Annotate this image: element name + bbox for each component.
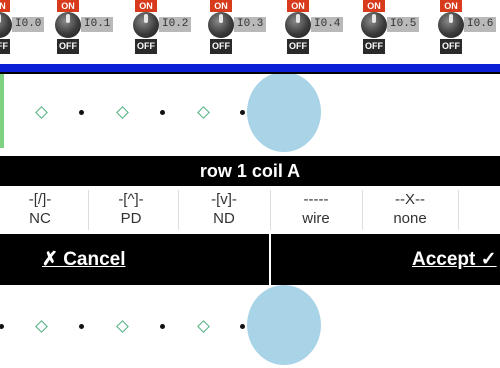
toggle-knob-icon[interactable] bbox=[285, 12, 311, 38]
rung-node-dot[interactable] bbox=[160, 110, 165, 115]
rung-node-dot[interactable] bbox=[240, 110, 245, 115]
switch-off-label: OFF bbox=[135, 39, 157, 54]
switch-off-label: OFF bbox=[0, 39, 10, 54]
switch-on-label: ON bbox=[57, 0, 79, 12]
switch-off-label: OFF bbox=[287, 39, 309, 54]
selection-bubble[interactable] bbox=[247, 285, 321, 365]
ladder-rung bbox=[0, 74, 500, 154]
accept-button[interactable]: Accept ✓ bbox=[412, 234, 497, 285]
divider bbox=[269, 234, 271, 285]
rung-node-diamond-icon[interactable] bbox=[35, 106, 48, 119]
switch-address: I0.6 bbox=[464, 17, 497, 32]
option-none[interactable]: --X-- none bbox=[365, 186, 455, 234]
option-symbol: -[/]- bbox=[28, 191, 52, 208]
rung-node-dot[interactable] bbox=[240, 324, 245, 329]
toggle-knob-icon[interactable] bbox=[0, 12, 12, 38]
input-switch-i0-4[interactable]: ON OFF I0.4 bbox=[285, 0, 347, 60]
switch-on-label: ON bbox=[0, 0, 10, 12]
input-switch-i0-1[interactable]: ON OFF I0.1 bbox=[55, 0, 117, 60]
toggle-knob-icon[interactable] bbox=[208, 12, 234, 38]
option-symbol: -[^]- bbox=[118, 191, 144, 208]
rung-node-diamond-icon[interactable] bbox=[197, 320, 210, 333]
option-label: ND bbox=[213, 210, 235, 227]
input-switch-strip: ON OFF I0.0 ON OFF I0.1 ON OFF I0.2 ON O… bbox=[0, 0, 500, 64]
switch-address: I0.0 bbox=[12, 17, 45, 32]
switch-on-label: ON bbox=[287, 0, 309, 12]
switch-address: I0.2 bbox=[159, 17, 192, 32]
switch-on-label: ON bbox=[440, 0, 462, 12]
element-options: -[/]- NC -[^]- PD -[v]- ND ----- wire --… bbox=[0, 186, 500, 234]
switch-off-label: OFF bbox=[210, 39, 232, 54]
option-label: NC bbox=[29, 210, 51, 227]
switch-address: I0.4 bbox=[311, 17, 344, 32]
input-switch-i0-6[interactable]: ON OFF I0.6 bbox=[438, 0, 500, 60]
switch-on-label: ON bbox=[135, 0, 157, 12]
rung-node-diamond-icon[interactable] bbox=[116, 106, 129, 119]
input-switch-i0-0[interactable]: ON OFF I0.0 bbox=[0, 0, 48, 60]
switch-off-label: OFF bbox=[440, 39, 462, 54]
switch-address: I0.1 bbox=[81, 17, 114, 32]
rung-node-dot[interactable] bbox=[160, 324, 165, 329]
rung-node-diamond-icon[interactable] bbox=[35, 320, 48, 333]
rung-node-dot[interactable] bbox=[0, 324, 4, 329]
option-symbol: -[v]- bbox=[211, 191, 237, 208]
input-switch-i0-3[interactable]: ON OFF I0.3 bbox=[208, 0, 270, 60]
selection-bubble[interactable] bbox=[247, 74, 321, 152]
divider bbox=[362, 190, 363, 230]
switch-off-label: OFF bbox=[57, 39, 79, 54]
cancel-button[interactable]: ✗ Cancel bbox=[42, 234, 126, 285]
switch-address: I0.3 bbox=[234, 17, 267, 32]
ladder-header-bar bbox=[0, 64, 500, 72]
toggle-knob-icon[interactable] bbox=[133, 12, 159, 38]
switch-on-label: ON bbox=[363, 0, 385, 12]
rung-node-diamond-icon[interactable] bbox=[197, 106, 210, 119]
option-symbol: --X-- bbox=[395, 191, 425, 208]
option-label: wire bbox=[302, 210, 330, 227]
power-rail bbox=[0, 74, 4, 148]
input-switch-i0-2[interactable]: ON OFF I0.2 bbox=[133, 0, 195, 60]
switch-off-label: OFF bbox=[363, 39, 385, 54]
rung-node-dot[interactable] bbox=[79, 110, 84, 115]
switch-on-label: ON bbox=[210, 0, 232, 12]
option-label: PD bbox=[120, 210, 142, 227]
option-pd[interactable]: -[^]- PD bbox=[86, 186, 176, 234]
rung-node-diamond-icon[interactable] bbox=[116, 320, 129, 333]
rung-node-dot[interactable] bbox=[79, 324, 84, 329]
option-wire[interactable]: ----- wire bbox=[271, 186, 361, 234]
option-nd[interactable]: -[v]- ND bbox=[179, 186, 269, 234]
dialog-action-bar: ✗ Cancel Accept ✓ bbox=[0, 234, 500, 285]
input-switch-i0-5[interactable]: ON OFF I0.5 bbox=[361, 0, 423, 60]
dialog-title: row 1 coil A bbox=[0, 156, 500, 186]
ladder-rung bbox=[0, 285, 500, 368]
toggle-knob-icon[interactable] bbox=[55, 12, 81, 38]
option-label: none bbox=[393, 210, 427, 227]
toggle-knob-icon[interactable] bbox=[361, 12, 387, 38]
option-nc[interactable]: -[/]- NC bbox=[0, 186, 85, 234]
option-symbol: ----- bbox=[303, 191, 329, 208]
divider bbox=[458, 190, 459, 230]
switch-address: I0.5 bbox=[387, 17, 420, 32]
toggle-knob-icon[interactable] bbox=[438, 12, 464, 38]
